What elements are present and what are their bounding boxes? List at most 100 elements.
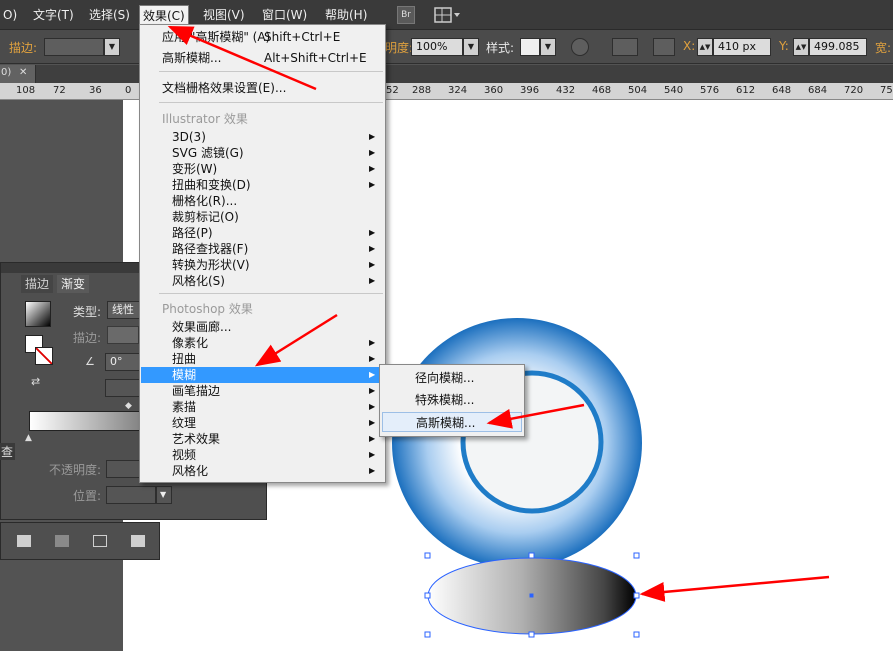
layer-icon[interactable] [131, 535, 145, 547]
align-icon[interactable] [612, 38, 638, 56]
style-label: 样式: [486, 41, 515, 55]
menu-gaussian-blur[interactable]: 高斯模糊... [382, 412, 522, 432]
opacity-field[interactable]: 100% [411, 38, 463, 56]
menu-warp[interactable]: 变形(W) ▶ [141, 161, 384, 177]
menu-item-label: 像素化 [172, 336, 209, 350]
submenu-arrow-icon: ▶ [369, 148, 376, 157]
document-tab-bar: 0) ✕ [0, 65, 893, 83]
menu-item-label: 素描 [172, 400, 197, 414]
menu-select[interactable]: 选择(S) [86, 5, 133, 25]
style-dropdown-icon[interactable]: ▼ [540, 38, 556, 56]
position-dropdown-icon[interactable]: ▼ [156, 486, 172, 504]
menu-help[interactable]: 帮助(H) [322, 5, 370, 25]
x-stepper[interactable]: ▲▼ [697, 38, 713, 56]
ruler-label: 288 [412, 85, 432, 96]
menu-sketch[interactable]: 素描 ▶ [141, 399, 384, 415]
menu-distort[interactable]: 扭曲 ▶ [141, 351, 384, 367]
menu-effect[interactable]: 效果(C) [139, 5, 189, 25]
type-label: 类型: [73, 305, 102, 319]
ruler-label: 612 [736, 85, 756, 96]
menu-stylize-photoshop[interactable]: 风格化 ▶ [141, 463, 384, 479]
menu-brush-strokes[interactable]: 画笔描边 ▶ [141, 383, 384, 399]
menu-texture[interactable]: 纹理 ▶ [141, 415, 384, 431]
x-field[interactable]: 410 px [713, 38, 771, 56]
submenu-arrow-icon: ▶ [369, 466, 376, 475]
bridge-icon[interactable]: Br [397, 6, 415, 24]
menu-svg-filters[interactable]: SVG 滤镜(G) ▶ [141, 145, 384, 161]
opacity-label: 不透明度: [49, 463, 102, 477]
ruler-label: 648 [772, 85, 792, 96]
tab-stroke[interactable]: 描边 [21, 275, 54, 293]
style-swatch[interactable] [520, 38, 540, 56]
menu-window[interactable]: 窗口(W) [259, 5, 310, 25]
y-label: Y: [779, 39, 789, 53]
menu-item-label: 径向模糊... [415, 371, 475, 385]
menu-apply-last[interactable]: 应用 "高斯模糊" (A) Shift+Ctrl+E [141, 29, 384, 45]
menu-blur[interactable]: 模糊 ▶ [141, 367, 384, 383]
reverse-gradient-icon[interactable]: ⇄ [31, 375, 40, 388]
gradient-stop-icon[interactable]: ▲ [25, 433, 32, 443]
menu-type[interactable]: 文字(T) [30, 5, 77, 25]
layer-icon[interactable] [93, 535, 107, 547]
submenu-arrow-icon: ▶ [369, 402, 376, 411]
opacity-dropdown-icon[interactable]: ▼ [463, 38, 479, 56]
menu-path[interactable]: 路径(P) ▶ [141, 225, 384, 241]
y-field[interactable]: 499.085 [809, 38, 867, 56]
ruler-label: 432 [556, 85, 576, 96]
menu-radial-blur[interactable]: 径向模糊... [382, 368, 522, 388]
menu-effect-gallery[interactable]: 效果画廊... [141, 319, 384, 335]
menu-smart-blur[interactable]: 特殊模糊... [382, 390, 522, 410]
menu-artistic[interactable]: 艺术效果 ▶ [141, 431, 384, 447]
menu-item-label: 风格化 [172, 464, 209, 478]
section-header: Illustrator 效果 [162, 112, 248, 126]
ruler-label: 684 [808, 85, 828, 96]
close-icon[interactable]: ✕ [19, 67, 27, 78]
x-label: X: [683, 39, 696, 53]
submenu-arrow-icon: ▶ [369, 244, 376, 253]
menu-item-label: 文档栅格效果设置(E)... [162, 81, 287, 95]
submenu-arrow-icon: ▶ [369, 180, 376, 189]
stroke-swatch[interactable] [35, 347, 53, 365]
menu-stylize-illustrator[interactable]: 风格化(S) ▶ [141, 273, 384, 289]
menu-distort-transform[interactable]: 扭曲和变换(D) ▶ [141, 177, 384, 193]
menu-3d[interactable]: 3D(3) ▶ [141, 129, 384, 145]
menu-convert-to-shape[interactable]: 转换为形状(V) ▶ [141, 257, 384, 273]
stroke-gradient-buttons[interactable] [107, 326, 139, 344]
stroke-weight-field[interactable] [44, 38, 104, 56]
document-tab[interactable]: 0) ✕ [0, 65, 36, 83]
submenu-arrow-icon: ▶ [369, 450, 376, 459]
menu-pathfinder[interactable]: 路径查找器(F) ▶ [141, 241, 384, 257]
menu-object[interactable]: O) [0, 5, 20, 25]
ruler-label: 396 [520, 85, 540, 96]
midpoint-icon[interactable]: ◆ [125, 401, 132, 411]
recolor-icon[interactable] [571, 38, 589, 56]
layer-icon[interactable] [17, 535, 31, 547]
ruler-label: 468 [592, 85, 612, 96]
menu-item-label: 艺术效果 [172, 432, 221, 446]
menu-item-label: 转换为形状(V) [172, 258, 250, 272]
menu-doc-raster-settings[interactable]: 文档栅格效果设置(E)... [141, 80, 384, 96]
menu-crop-marks[interactable]: 裁剪标记(O) [141, 209, 384, 225]
tab-gradient[interactable]: 渐变 [57, 275, 90, 293]
ruler-label: 0 [125, 85, 132, 96]
menu-item-label: 路径(P) [172, 226, 213, 240]
layer-icon[interactable] [55, 535, 69, 547]
transform-grid-icon[interactable] [653, 38, 675, 56]
effect-menu: 应用 "高斯模糊" (A) Shift+Ctrl+E 高斯模糊... Alt+S… [139, 24, 386, 483]
menu-view[interactable]: 视图(V) [200, 5, 248, 25]
menu-video[interactable]: 视频 ▶ [141, 447, 384, 463]
gradient-swatch[interactable] [25, 301, 51, 327]
y-stepper[interactable]: ▲▼ [793, 38, 809, 56]
menu-bar: O) 文字(T) 选择(S) 效果(C) 视图(V) 窗口(W) 帮助(H) B… [0, 0, 893, 30]
submenu-arrow-icon: ▶ [369, 370, 376, 379]
ring-shape[interactable] [392, 318, 642, 568]
menu-item-label: 裁剪标记(O) [172, 210, 239, 224]
submenu-arrow-icon: ▶ [369, 418, 376, 427]
layout-grid-icon[interactable] [433, 6, 463, 24]
menu-last-effect[interactable]: 高斯模糊... Alt+Shift+Ctrl+E [141, 50, 384, 66]
menu-rasterize[interactable]: 栅格化(R)... [141, 193, 384, 209]
position-field[interactable] [106, 486, 156, 504]
menu-pixelate[interactable]: 像素化 ▶ [141, 335, 384, 351]
stroke-dropdown-icon[interactable]: ▼ [104, 38, 120, 56]
ruler-label: 756 [880, 85, 893, 96]
